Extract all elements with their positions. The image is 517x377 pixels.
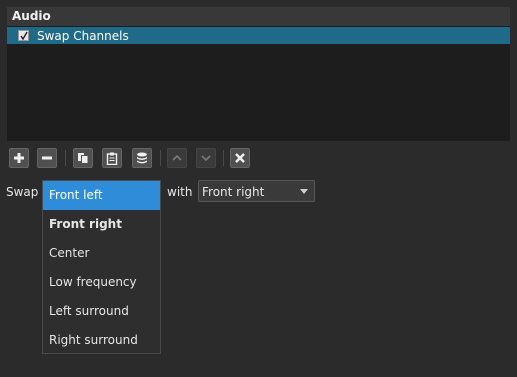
- filter-label: Swap Channels: [37, 28, 129, 43]
- swap-source-dropdown[interactable]: Front left Front right Center Low freque…: [42, 180, 161, 354]
- swap-label: Swap: [6, 185, 39, 199]
- presets-button[interactable]: [132, 148, 152, 168]
- dropdown-option-low-frequency[interactable]: Low frequency: [43, 268, 160, 297]
- dropdown-option-front-left[interactable]: Front left: [43, 181, 160, 210]
- stack-icon: [137, 152, 147, 163]
- paste-icon: [106, 152, 118, 165]
- swap-target-select[interactable]: Front right: [198, 180, 315, 202]
- panel-header: Audio: [7, 7, 510, 26]
- checkmark-icon: [20, 31, 28, 41]
- toolbar-separator: [223, 150, 224, 166]
- plus-icon: [14, 153, 24, 163]
- move-down-button[interactable]: [196, 148, 216, 168]
- with-label: with: [167, 185, 193, 199]
- dropdown-option-left-surround[interactable]: Left surround: [43, 297, 160, 326]
- filter-list-panel: Audio Swap Channels: [7, 7, 510, 141]
- remove-filter-button[interactable]: [37, 148, 57, 168]
- dropdown-option-right-surround[interactable]: Right surround: [43, 326, 160, 355]
- add-filter-button[interactable]: [9, 148, 29, 168]
- copy-icon: [78, 153, 89, 164]
- toolbar-separator: [160, 150, 161, 166]
- swap-target-value: Front right: [202, 185, 265, 199]
- close-filter-button[interactable]: [230, 148, 250, 168]
- close-icon: [235, 153, 245, 163]
- toolbar-separator: [65, 150, 66, 166]
- chevron-up-icon: [172, 154, 182, 161]
- dropdown-option-center[interactable]: Center: [43, 239, 160, 268]
- copy-filter-button[interactable]: [73, 148, 93, 168]
- move-up-button[interactable]: [167, 148, 187, 168]
- paste-filter-button[interactable]: [102, 148, 122, 168]
- chevron-down-icon: [201, 155, 211, 162]
- minus-icon: [42, 156, 52, 160]
- dropdown-option-front-right[interactable]: Front right: [43, 210, 160, 239]
- filter-row-swap-channels[interactable]: Swap Channels: [7, 27, 510, 44]
- filter-enable-checkbox[interactable]: [18, 30, 29, 41]
- dropdown-arrow-icon: [300, 189, 308, 194]
